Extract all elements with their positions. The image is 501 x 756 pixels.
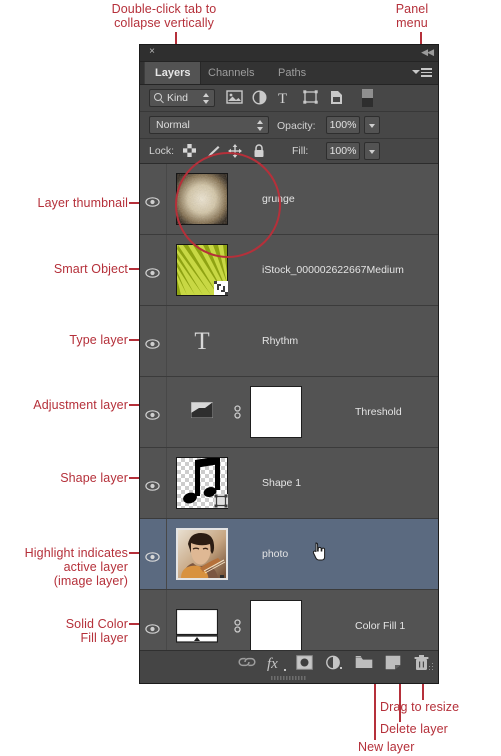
layer-visibility-toggle[interactable] <box>140 164 167 234</box>
link-mask-icon[interactable] <box>233 618 242 633</box>
tab-channels[interactable]: Channels <box>198 62 264 84</box>
layer-visibility-toggle[interactable] <box>140 519 167 589</box>
layer-visibility-toggle[interactable] <box>140 448 167 518</box>
filter-adjustment-layers-icon[interactable] <box>252 90 269 106</box>
eye-icon <box>145 549 160 562</box>
eye-icon <box>145 336 160 349</box>
smart-object-badge <box>214 281 228 295</box>
layer-mask-thumbnail[interactable] <box>250 386 302 438</box>
lock-label: Lock: <box>149 145 175 157</box>
search-icon <box>154 93 162 101</box>
lock-transparent-pixels-icon[interactable] <box>183 144 197 158</box>
collapse-to-icons-icon[interactable]: ◀◀ <box>421 48 434 57</box>
annotation-smart-object: Smart Object <box>53 262 128 276</box>
annotation-solid-color-fill-layer: Solid Color Fill layer <box>65 617 128 645</box>
lock-all-icon[interactable] <box>253 144 267 158</box>
link-mask-icon[interactable] <box>233 405 242 419</box>
filter-smart-objects-icon[interactable] <box>329 90 346 106</box>
lock-bar: Lock: Fill: 100% <box>140 139 438 164</box>
annotation-highlight-active-layer: Highlight indicates active layer (image … <box>24 546 128 588</box>
panel-title-bar[interactable]: × ◀◀ <box>140 45 438 62</box>
chevron-updown-icon <box>257 120 264 131</box>
layer-name: Shape 1 <box>262 477 302 489</box>
annotation-drag-to-resize: Drag to resize <box>380 700 460 714</box>
annotation-type-layer: Type layer <box>69 333 128 347</box>
chevron-updown-icon <box>203 93 210 104</box>
opacity-label: Opacity: <box>277 120 316 132</box>
layer-name: Color Fill 1 <box>355 619 406 632</box>
opacity-value-field[interactable]: 100% <box>326 116 360 134</box>
layer-thumbnail[interactable] <box>176 528 228 580</box>
resize-grip-handle[interactable] <box>423 661 433 670</box>
tab-layers[interactable]: Layers <box>144 62 202 84</box>
annotation-adjustment-layer: Adjustment layer <box>33 398 128 412</box>
layer-style-button[interactable]: fx <box>267 655 287 673</box>
mouse-cursor-hand-icon <box>312 542 327 561</box>
layer-name: photo <box>262 548 289 560</box>
panel-menu-triangle-icon <box>412 70 420 74</box>
blend-mode-dropdown[interactable]: Normal <box>149 116 269 134</box>
new-fill-adjustment-layer-button[interactable] <box>326 655 346 673</box>
layer-filter-bar: Kind T <box>140 85 438 112</box>
type-layer-T-icon: T <box>194 327 210 355</box>
fill-label: Fill: <box>292 145 309 157</box>
panel-tab-strip: Layers Channels Paths <box>140 62 438 85</box>
new-layer-button[interactable] <box>385 655 405 673</box>
fill-value-field[interactable]: 100% <box>326 142 360 160</box>
table-row[interactable]: T Rhythm <box>140 306 438 377</box>
eye-icon <box>145 194 160 207</box>
annotation-shape-layer: Shape layer <box>60 471 128 485</box>
layer-name: Rhythm <box>262 335 299 347</box>
layer-visibility-toggle[interactable] <box>140 377 167 447</box>
fill-slider-dropdown[interactable] <box>364 142 380 160</box>
layer-visibility-toggle[interactable] <box>140 235 167 305</box>
annotation-delete-layer: Delete layer <box>380 722 448 736</box>
panel-menu-lines-icon <box>421 68 432 77</box>
layers-panel-window: × ◀◀ Layers Channels Paths Kind T Normal… <box>139 44 439 684</box>
filter-enable-toggle[interactable] <box>362 89 379 107</box>
add-layer-mask-button[interactable] <box>296 655 316 673</box>
blend-opacity-bar: Normal Opacity: 100% <box>140 112 438 139</box>
opacity-slider-dropdown[interactable] <box>364 116 380 134</box>
panel-menu-icon[interactable] <box>412 67 432 79</box>
eye-icon <box>145 265 160 278</box>
annotation-double-click-tab: Double-click tab to collapse vertically <box>111 2 217 30</box>
eye-icon <box>145 621 160 634</box>
table-row[interactable]: iStock_000002622667Medium <box>140 235 438 306</box>
eye-icon <box>145 407 160 420</box>
filter-shape-layers-icon[interactable] <box>303 90 320 106</box>
filter-kind-dropdown[interactable]: Kind <box>149 89 215 107</box>
panel-bottom-toolbar: fx <box>140 650 438 683</box>
link-layers-button[interactable] <box>238 655 258 673</box>
table-row[interactable]: Threshold <box>140 377 438 448</box>
eye-icon <box>145 478 160 491</box>
layer-mask-thumbnail[interactable] <box>250 599 302 652</box>
annotation-layer-thumbnail: Layer thumbnail <box>37 196 128 210</box>
layer-list: grunge iStock_000002622667Medium T Rhyth… <box>140 164 438 661</box>
annotation-new-layer: New layer <box>358 740 415 754</box>
table-row[interactable]: photo <box>140 519 438 590</box>
new-group-button[interactable] <box>355 655 375 673</box>
layer-thumbnail[interactable] <box>175 608 219 643</box>
annotation-highlight-circle <box>175 152 281 258</box>
tab-paths[interactable]: Paths <box>268 62 316 84</box>
close-icon[interactable]: × <box>147 47 157 57</box>
filter-type-layers-icon[interactable]: T <box>278 90 295 107</box>
filter-pixel-layers-icon[interactable] <box>226 90 243 106</box>
layer-visibility-toggle[interactable] <box>140 306 167 376</box>
layer-thumbnail[interactable]: T <box>176 315 228 367</box>
layer-name: Threshold <box>355 406 402 418</box>
annotation-panel-menu: Panel menu <box>395 2 429 30</box>
layer-thumbnail[interactable] <box>176 386 228 438</box>
threshold-adjustment-icon <box>190 401 214 423</box>
table-row[interactable]: Shape 1 <box>140 448 438 519</box>
layer-name: iStock_000002622667Medium <box>262 264 404 276</box>
panel-drag-grip[interactable] <box>271 676 307 680</box>
vector-mask-badge <box>214 494 228 508</box>
blend-mode-value: Normal <box>156 119 190 131</box>
filter-kind-label: Kind <box>167 92 189 104</box>
